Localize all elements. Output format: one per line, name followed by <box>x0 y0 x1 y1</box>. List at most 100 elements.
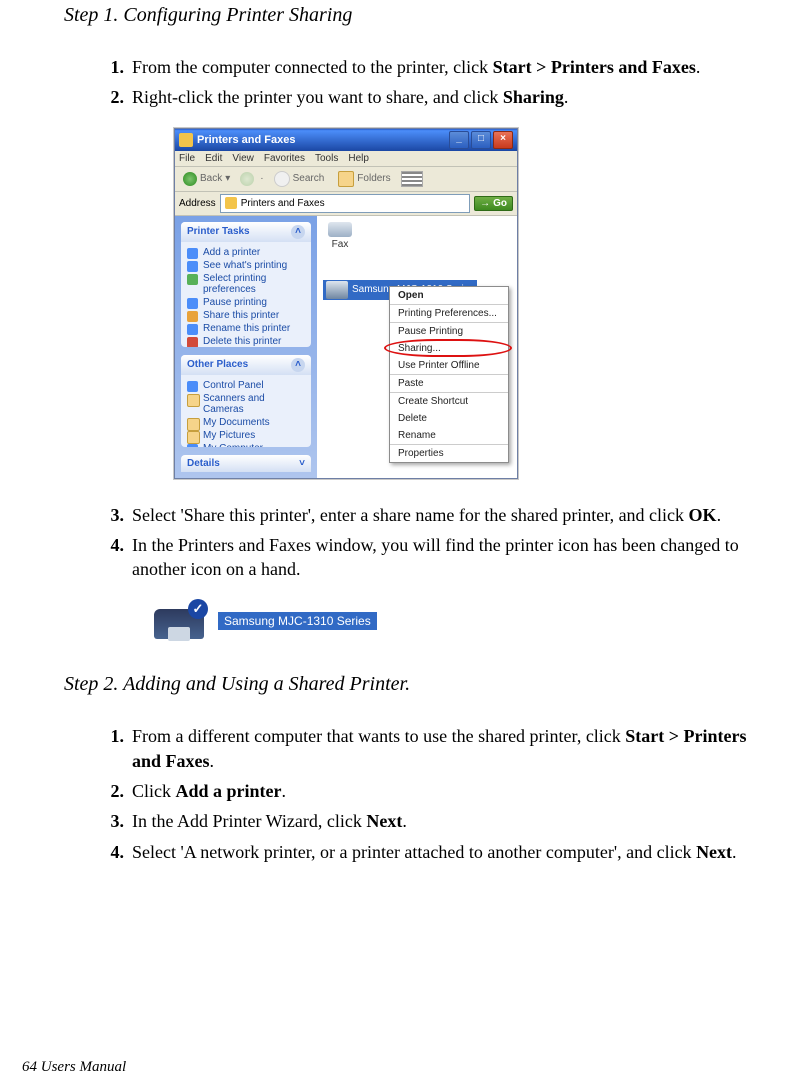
fax-item[interactable]: Fax <box>323 222 357 250</box>
task-pause[interactable]: Pause printing <box>187 296 305 309</box>
printer-tasks-panel: Printer Tasks˄ Add a printer See what's … <box>181 222 311 347</box>
other-scanners[interactable]: Scanners and Cameras <box>187 392 305 416</box>
task-add-printer[interactable]: Add a printer <box>187 246 305 259</box>
text: From the computer connected to the print… <box>132 57 493 77</box>
printers-folder-icon <box>179 133 193 147</box>
list-number: 2. <box>96 85 124 109</box>
ctx-offline[interactable]: Use Printer Offline <box>390 357 508 374</box>
back-label: Back <box>200 173 222 184</box>
step2-item-2: 2. Click Add a printer. <box>104 779 779 803</box>
back-icon <box>183 172 197 186</box>
ctx-pause[interactable]: Pause Printing <box>390 323 508 340</box>
ctx-sharing[interactable]: Sharing... <box>390 340 508 357</box>
text: . <box>564 87 569 107</box>
text: Select 'A network printer, or a printer … <box>132 842 696 862</box>
task-share[interactable]: Share this printer <box>187 309 305 322</box>
printer-icon <box>187 248 198 259</box>
address-label: Address <box>179 198 216 209</box>
footer-title: Users Manual <box>41 1059 126 1075</box>
fax-label: Fax <box>332 239 349 250</box>
menu-favorites[interactable]: Favorites <box>264 153 305 164</box>
list-number: 2. <box>96 779 124 803</box>
text: Click <box>132 781 176 801</box>
step1-item-4: 4. In the Printers and Faxes window, you… <box>104 533 779 582</box>
fax-icon <box>328 222 352 237</box>
task-preferences[interactable]: Select printing preferences <box>187 272 305 296</box>
panel-title: Other Places <box>187 359 248 370</box>
other-my-computer[interactable]: My Computer <box>187 442 305 447</box>
forward-icon[interactable] <box>240 172 254 186</box>
step2-list: 1. From a different computer that wants … <box>64 724 779 863</box>
printers-folder-icon <box>225 197 237 209</box>
task-delete[interactable]: Delete this printer <box>187 335 305 347</box>
text: Select 'Share this printer', enter a sha… <box>132 505 689 525</box>
ctx-properties[interactable]: Properties <box>390 445 508 462</box>
menu-edit[interactable]: Edit <box>205 153 222 164</box>
search-button[interactable]: Search <box>270 170 329 188</box>
chevron-up-icon[interactable]: ˄ <box>291 358 305 372</box>
printer-icon <box>326 281 348 299</box>
main-area: Fax Samsung MJC-1310 Series Open Printin… <box>317 216 517 478</box>
folder-icon <box>338 171 354 187</box>
go-button[interactable]: →Go <box>474 196 513 211</box>
sidebar: Printer Tasks˄ Add a printer See what's … <box>175 216 317 478</box>
ctx-paste[interactable]: Paste <box>390 375 508 392</box>
address-bar: Address Printers and Faxes →Go <box>175 192 517 216</box>
titlebar: Printers and Faxes _ □ × <box>175 129 517 151</box>
back-button[interactable]: Back ▾ <box>179 171 234 187</box>
chevron-up-icon[interactable]: ˄ <box>291 225 305 239</box>
menu-help[interactable]: Help <box>348 153 369 164</box>
step1-item-3: 3. Select 'Share this printer', enter a … <box>104 503 779 527</box>
ctx-preferences[interactable]: Printing Preferences... <box>390 305 508 322</box>
shared-printer-figure: ✓ Samsung MJC-1310 Series <box>152 599 779 643</box>
text: . <box>717 505 722 525</box>
go-label: Go <box>493 198 507 209</box>
address-field[interactable]: Printers and Faxes <box>220 194 470 213</box>
screenshot-window: Printers and Faxes _ □ × File Edit View … <box>174 128 518 479</box>
ctx-delete[interactable]: Delete <box>390 410 508 427</box>
chevron-down-icon[interactable]: ˅ <box>299 458 305 469</box>
step2-item-1: 1. From a different computer that wants … <box>104 724 779 773</box>
text: In the Printers and Faxes window, you wi… <box>132 535 739 579</box>
step1-item-1: 1. From the computer connected to the pr… <box>104 55 779 79</box>
folders-button[interactable]: Folders <box>334 170 394 188</box>
list-number: 1. <box>96 55 124 79</box>
toolbar: Back ▾ · Search Folders <box>175 167 517 192</box>
bold-text: OK <box>689 505 717 525</box>
checkmark-badge-icon: ✓ <box>188 599 208 619</box>
maximize-button[interactable]: □ <box>471 131 491 149</box>
ctx-rename[interactable]: Rename <box>390 427 508 444</box>
step1-title: Step 1. Configuring Printer Sharing <box>64 4 779 27</box>
delete-icon <box>187 337 198 347</box>
menu-tools[interactable]: Tools <box>315 153 338 164</box>
bold-text: Sharing <box>503 87 564 107</box>
ctx-open[interactable]: Open <box>390 287 508 304</box>
close-button[interactable]: × <box>493 131 513 149</box>
document-icon <box>187 261 198 272</box>
minimize-button[interactable]: _ <box>449 131 469 149</box>
list-number: 4. <box>96 840 124 864</box>
shared-printer-label: Samsung MJC-1310 Series <box>218 612 377 630</box>
text: In the Add Printer Wizard, click <box>132 811 366 831</box>
page-number: 64 <box>22 1059 41 1075</box>
menu-view[interactable]: View <box>232 153 254 164</box>
bold-text: Next <box>366 811 402 831</box>
panel-title: Details <box>187 458 220 469</box>
task-see-printing[interactable]: See what's printing <box>187 259 305 272</box>
text: . <box>402 811 407 831</box>
folders-label: Folders <box>357 173 390 184</box>
other-my-pictures[interactable]: My Pictures <box>187 429 305 442</box>
bold-text: Next <box>696 842 732 862</box>
views-button[interactable] <box>401 171 423 187</box>
search-icon <box>274 171 290 187</box>
step1-list: 1. From the computer connected to the pr… <box>64 55 779 110</box>
text: . <box>282 781 287 801</box>
other-control-panel[interactable]: Control Panel <box>187 379 305 392</box>
step1-list-cont: 3. Select 'Share this printer', enter a … <box>64 503 779 582</box>
rename-icon <box>187 324 198 335</box>
other-my-documents[interactable]: My Documents <box>187 416 305 429</box>
ctx-shortcut[interactable]: Create Shortcut <box>390 393 508 410</box>
control-panel-icon <box>187 381 198 392</box>
task-rename[interactable]: Rename this printer <box>187 322 305 335</box>
menu-file[interactable]: File <box>179 153 195 164</box>
